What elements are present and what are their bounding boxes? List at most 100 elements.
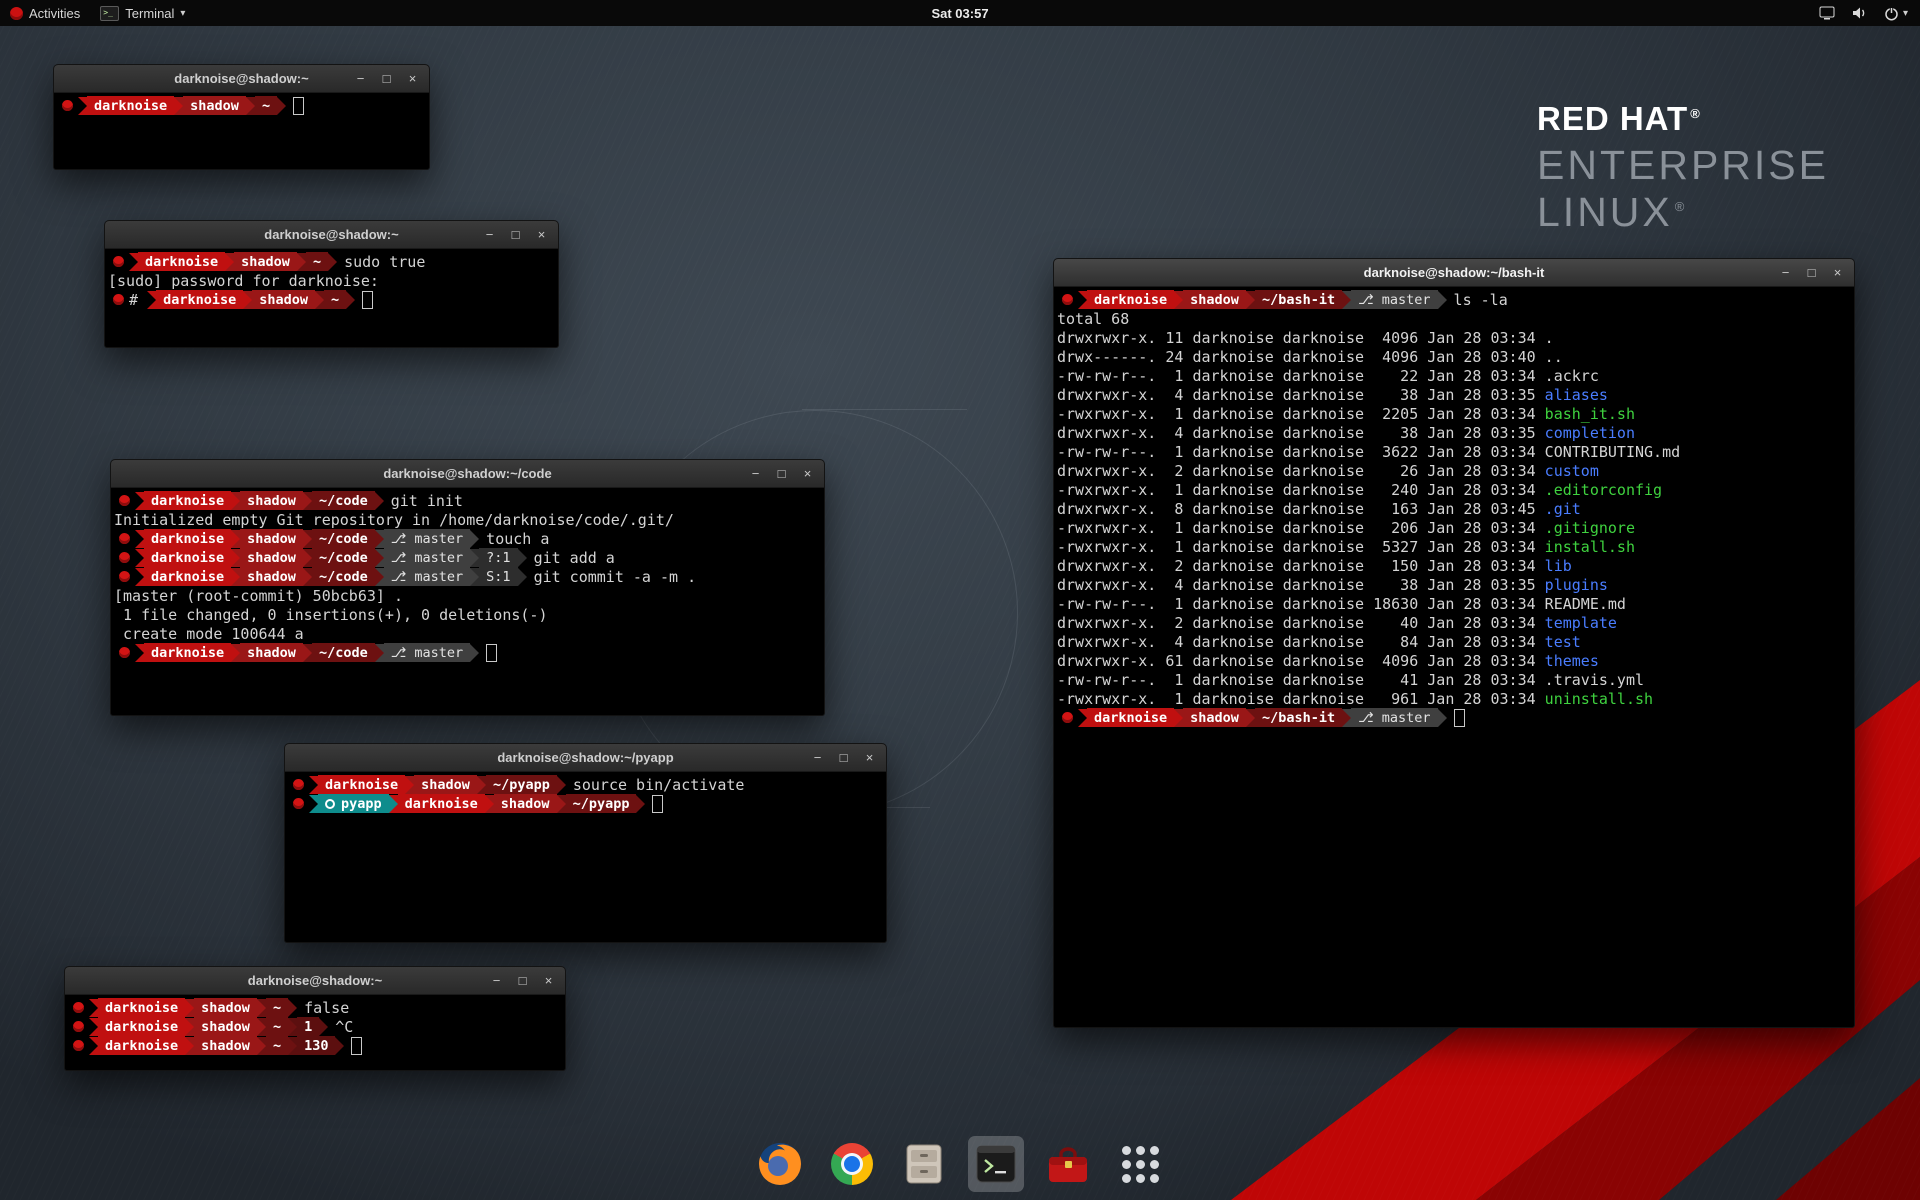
terminal-text: -rw-rw-r--. 1 darknoise darknoise 41 Jan… bbox=[1057, 671, 1545, 689]
window-titlebar[interactable]: darknoise@shadow:~ − □ × bbox=[105, 221, 558, 249]
prompt-separator bbox=[328, 253, 337, 271]
terminal-window-home-1[interactable]: darknoise@shadow:~ − □ × darknoiseshadow… bbox=[53, 64, 430, 170]
prompt-separator bbox=[375, 492, 384, 510]
terminal-content[interactable]: darknoiseshadow~falsedarknoiseshadow~1^C… bbox=[65, 995, 565, 1070]
window-titlebar[interactable]: darknoise@shadow:~ − □ × bbox=[54, 65, 429, 93]
window-titlebar[interactable]: darknoise@shadow:~/bash-it − □ × bbox=[1054, 259, 1854, 287]
window-titlebar[interactable]: darknoise@shadow:~/pyapp − □ × bbox=[285, 744, 886, 772]
terminal-text: git commit -a -m . bbox=[534, 568, 697, 586]
terminal-line: drwxrwxr-x. 61 darknoise darknoise 4096 … bbox=[1057, 651, 1854, 670]
minimize-button[interactable]: − bbox=[749, 460, 762, 487]
maximize-button[interactable]: □ bbox=[837, 744, 850, 771]
close-button[interactable]: × bbox=[1831, 259, 1844, 286]
prompt-separator bbox=[1342, 291, 1351, 309]
prompt-separator bbox=[225, 253, 234, 271]
volume-icon bbox=[1851, 6, 1868, 20]
wallpaper-line bbox=[802, 409, 967, 410]
dock-item-chrome[interactable] bbox=[824, 1136, 880, 1192]
window-titlebar[interactable]: darknoise@shadow:~/code − □ × bbox=[111, 460, 824, 488]
system-tray: ▾ bbox=[1819, 0, 1920, 26]
prompt-segment-host: shadow bbox=[234, 252, 297, 271]
terminal-text: .ackrc bbox=[1545, 367, 1599, 385]
close-button[interactable]: × bbox=[801, 460, 814, 487]
terminal-line: darknoiseshadow~false bbox=[68, 998, 565, 1017]
app-menu-terminal[interactable]: Terminal ▾ bbox=[90, 0, 195, 26]
close-button[interactable]: × bbox=[406, 65, 419, 92]
dock-item-firefox[interactable] bbox=[752, 1136, 808, 1192]
terminal-cursor bbox=[1454, 709, 1465, 727]
prompt-separator bbox=[288, 1037, 297, 1055]
dock-item-app-grid[interactable] bbox=[1112, 1136, 1168, 1192]
terminal-window-bash-it[interactable]: darknoise@shadow:~/bash-it − □ × darknoi… bbox=[1053, 258, 1855, 1028]
prompt-separator bbox=[470, 530, 479, 548]
terminal-content[interactable]: darknoiseshadow~ bbox=[54, 93, 429, 169]
dock-item-terminal[interactable] bbox=[968, 1136, 1024, 1192]
maximize-button[interactable]: □ bbox=[509, 221, 522, 248]
terminal-line: darknoiseshadow~1^C bbox=[68, 1017, 565, 1036]
prompt-separator bbox=[309, 776, 318, 794]
prompt-segment-git: ⎇ master bbox=[384, 567, 470, 586]
terminal-text: sudo true bbox=[344, 253, 425, 271]
terminal-text: Initialized empty Git repository in /hom… bbox=[114, 511, 674, 529]
minimize-button[interactable]: − bbox=[1779, 259, 1792, 286]
maximize-button[interactable]: □ bbox=[380, 65, 393, 92]
maximize-button[interactable]: □ bbox=[1805, 259, 1818, 286]
activities-button[interactable]: Activities bbox=[0, 0, 90, 26]
prompt-segment-host: shadow bbox=[252, 290, 315, 309]
terminal-text: -rw-rw-r--. 1 darknoise darknoise 22 Jan… bbox=[1057, 367, 1545, 385]
prompt-separator bbox=[375, 549, 384, 567]
terminal-window-home-2[interactable]: darknoise@shadow:~ − □ × darknoiseshadow… bbox=[64, 966, 566, 1071]
terminal-content[interactable]: darknoiseshadow~/bash-it⎇ masterls -lato… bbox=[1054, 287, 1854, 1027]
terminal-window-sudo[interactable]: darknoise@shadow:~ − □ × darknoiseshadow… bbox=[104, 220, 559, 348]
prompt-separator bbox=[303, 492, 312, 510]
maximize-button[interactable]: □ bbox=[516, 967, 529, 994]
terminal-text: drwxrwxr-x. 4 darknoise darknoise 38 Jan… bbox=[1057, 386, 1545, 404]
fedora-icon bbox=[114, 548, 135, 567]
prompt-separator bbox=[1078, 291, 1087, 309]
terminal-content[interactable]: darknoiseshadow~/codegit initInitialized… bbox=[111, 488, 824, 715]
terminal-content[interactable]: darknoiseshadow~/pyappsource bin/activat… bbox=[285, 772, 886, 942]
window-titlebar[interactable]: darknoise@shadow:~ − □ × bbox=[65, 967, 565, 995]
prompt-separator bbox=[1438, 291, 1447, 309]
terminal-line: # darknoiseshadow~ bbox=[108, 290, 558, 309]
close-button[interactable]: × bbox=[535, 221, 548, 248]
prompt-separator bbox=[89, 1037, 98, 1055]
prompt-separator bbox=[185, 1037, 194, 1055]
terminal-content[interactable]: darknoiseshadow~sudo true[sudo] password… bbox=[105, 249, 558, 347]
terminal-text: completion bbox=[1545, 424, 1635, 442]
terminal-text: ^C bbox=[335, 1018, 353, 1036]
prompt-separator bbox=[557, 795, 566, 813]
fedora-icon bbox=[68, 1017, 89, 1036]
window-title: darknoise@shadow:~/bash-it bbox=[1054, 265, 1854, 280]
prompt-segment-host: shadow bbox=[240, 491, 303, 510]
minimize-button[interactable]: − bbox=[490, 967, 503, 994]
volume-button[interactable] bbox=[1851, 6, 1868, 20]
terminal-window-code[interactable]: darknoise@shadow:~/code − □ × darknoise s… bbox=[110, 459, 825, 716]
dock-item-files[interactable] bbox=[896, 1136, 952, 1192]
prompt-separator bbox=[1174, 709, 1183, 727]
screen-layout-button[interactable] bbox=[1819, 6, 1835, 20]
terminal-line: drwxrwxr-x. 4 darknoise darknoise 38 Jan… bbox=[1057, 423, 1854, 442]
terminal-line: darknoiseshadow~ bbox=[57, 96, 429, 115]
minimize-button[interactable]: − bbox=[483, 221, 496, 248]
prompt-separator bbox=[470, 644, 479, 662]
clock[interactable]: Sat 03:57 bbox=[931, 6, 988, 21]
terminal-text: source bin/activate bbox=[573, 776, 745, 794]
power-menu-button[interactable]: ▾ bbox=[1884, 6, 1908, 21]
prompt-separator bbox=[297, 253, 306, 271]
minimize-button[interactable]: − bbox=[811, 744, 824, 771]
maximize-button[interactable]: □ bbox=[775, 460, 788, 487]
prompt-separator bbox=[89, 1018, 98, 1036]
terminal-text: README.md bbox=[1545, 595, 1626, 613]
close-button[interactable]: × bbox=[863, 744, 876, 771]
prompt-segment-user: darknoise bbox=[144, 567, 231, 586]
prompt-separator bbox=[636, 795, 645, 813]
terminal-text: .. bbox=[1545, 348, 1563, 366]
close-button[interactable]: × bbox=[542, 967, 555, 994]
redhat-icon bbox=[10, 7, 23, 20]
terminal-window-pyapp[interactable]: darknoise@shadow:~/pyapp − □ × darknoise… bbox=[284, 743, 887, 943]
terminal-line: pyappdarknoiseshadow~/pyapp bbox=[288, 794, 886, 813]
fedora-icon bbox=[288, 794, 309, 813]
dock-item-toolbox[interactable] bbox=[1040, 1136, 1096, 1192]
minimize-button[interactable]: − bbox=[354, 65, 367, 92]
